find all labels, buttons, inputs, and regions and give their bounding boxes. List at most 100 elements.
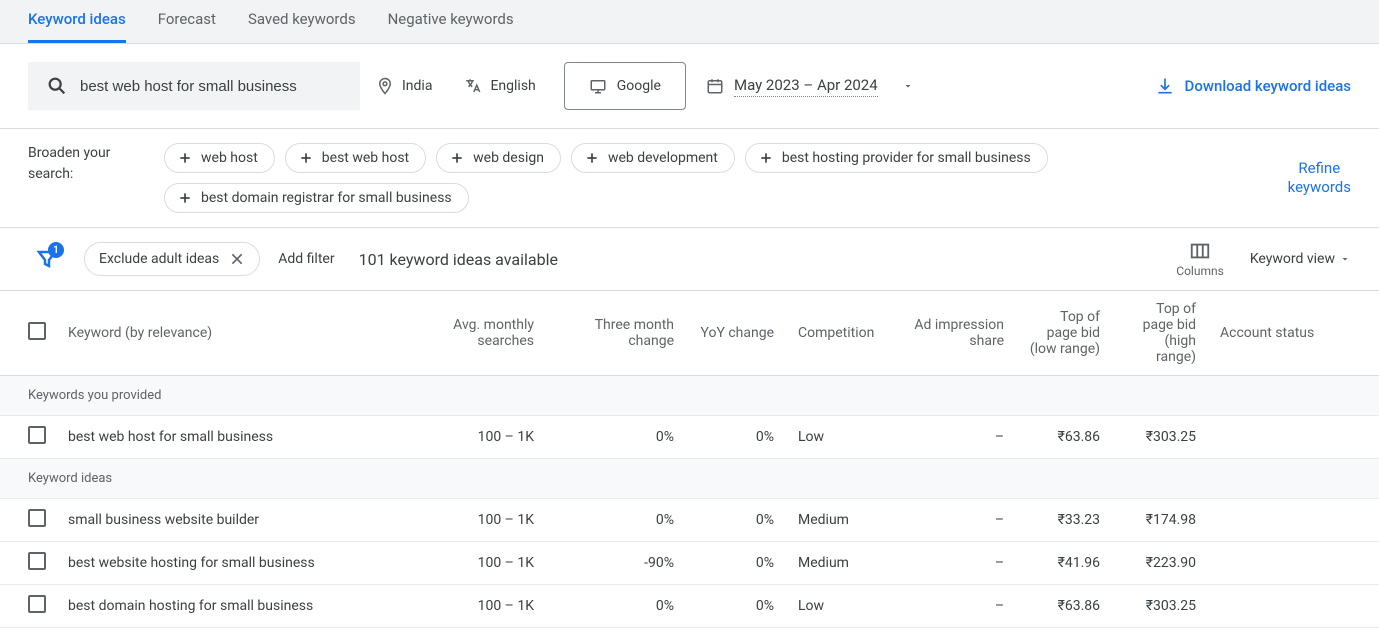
row-checkbox[interactable] (28, 426, 46, 444)
language-filter[interactable]: English (448, 62, 551, 110)
cell-avg: 100 – 1K (396, 542, 546, 585)
plus-icon (177, 190, 193, 206)
search-input[interactable] (80, 78, 342, 95)
cell-competition: Medium (786, 542, 886, 585)
cell-bid-low: ₹63.86 (1016, 585, 1112, 628)
chip-label: web host (201, 150, 258, 166)
plus-icon (584, 150, 600, 166)
row-checkbox[interactable] (28, 595, 46, 613)
cell-three-month: -90% (546, 542, 686, 585)
language-label: English (490, 78, 535, 94)
cell-keyword: best web host for small business (56, 416, 396, 459)
filter-button[interactable]: 1 (28, 240, 66, 278)
broaden-label: Broaden yoursearch: (28, 143, 128, 185)
col-yoy[interactable]: YoY change (686, 291, 786, 376)
location-label: India (402, 78, 432, 94)
columns-button[interactable]: Columns (1176, 240, 1224, 278)
location-icon (376, 77, 394, 95)
date-range-filter[interactable]: May 2023 – Apr 2024 (698, 76, 922, 97)
network-label: Google (617, 78, 661, 94)
broaden-chip[interactable]: best hosting provider for small business (745, 143, 1048, 173)
refine-keywords-button[interactable]: Refinekeywords (1288, 159, 1351, 198)
table-row: best domain hosting for small business10… (0, 585, 1379, 628)
cell-bid-high: ₹303.25 (1112, 585, 1208, 628)
cell-keyword: best website hosting for small business (56, 542, 396, 585)
cell-bid-high: ₹223.90 (1112, 542, 1208, 585)
location-filter[interactable]: India (360, 62, 448, 110)
col-three-month[interactable]: Three month change (546, 291, 686, 376)
top-tabs: Keyword ideas Forecast Saved keywords Ne… (0, 0, 1379, 44)
plus-icon (177, 150, 193, 166)
section-header: Keyword ideas (0, 459, 1379, 499)
cell-account (1208, 499, 1379, 542)
tab-forecast[interactable]: Forecast (158, 10, 216, 43)
filter-badge: 1 (48, 242, 64, 258)
close-icon[interactable] (229, 251, 245, 267)
cell-bid-high: ₹303.25 (1112, 416, 1208, 459)
col-bid-high[interactable]: Top of page bid (high range) (1112, 291, 1208, 376)
calendar-icon (706, 77, 724, 95)
col-avg-searches[interactable]: Avg. monthly searches (396, 291, 546, 376)
cell-avg: 100 – 1K (396, 499, 546, 542)
search-icon (46, 75, 68, 97)
cell-keyword: best domain hosting for small business (56, 585, 396, 628)
controls-row: 1 Exclude adult ideas Add filter 101 key… (0, 228, 1379, 290)
cell-ad-imp: – (886, 542, 1016, 585)
tab-negative-keywords[interactable]: Negative keywords (388, 10, 514, 43)
broaden-chip[interactable]: web development (571, 143, 735, 173)
network-icon (589, 77, 607, 95)
broaden-chip[interactable]: web host (164, 143, 275, 173)
plus-icon (449, 150, 465, 166)
chevron-down-icon (902, 80, 914, 92)
col-keyword[interactable]: Keyword (by relevance) (56, 291, 396, 376)
exclude-adult-chip[interactable]: Exclude adult ideas (84, 242, 260, 276)
broaden-chip[interactable]: best domain registrar for small business (164, 183, 469, 213)
cell-competition: Low (786, 416, 886, 459)
broaden-chip[interactable]: web design (436, 143, 561, 173)
cell-keyword: small business website builder (56, 499, 396, 542)
col-account-status[interactable]: Account status (1208, 291, 1379, 376)
tab-keyword-ideas[interactable]: Keyword ideas (28, 10, 126, 43)
broaden-chip[interactable]: best web host (285, 143, 426, 173)
tab-saved-keywords[interactable]: Saved keywords (248, 10, 356, 43)
table-row: best website hosting for small business1… (0, 542, 1379, 585)
cell-bid-high: ₹174.98 (1112, 499, 1208, 542)
cell-three-month: 0% (546, 416, 686, 459)
cell-account (1208, 585, 1379, 628)
columns-label: Columns (1176, 264, 1224, 278)
cell-ad-imp: – (886, 416, 1016, 459)
cell-bid-low: ₹63.86 (1016, 416, 1112, 459)
cell-yoy: 0% (686, 416, 786, 459)
col-bid-low[interactable]: Top of page bid (low range) (1016, 291, 1112, 376)
date-range-text: May 2023 – Apr 2024 (734, 76, 878, 97)
cell-bid-low: ₹33.23 (1016, 499, 1112, 542)
cell-bid-low: ₹41.96 (1016, 542, 1112, 585)
section-header: Keywords you provided (0, 376, 1379, 416)
row-checkbox[interactable] (28, 552, 46, 570)
keyword-view-label: Keyword view (1250, 251, 1335, 267)
cell-competition: Low (786, 585, 886, 628)
table-header-row: Keyword (by relevance) Avg. monthly sear… (0, 291, 1379, 376)
download-button[interactable]: Download keyword ideas (1155, 76, 1351, 96)
search-box[interactable] (28, 62, 360, 110)
plus-icon (298, 150, 314, 166)
chip-label: best hosting provider for small business (782, 150, 1031, 166)
cell-account (1208, 542, 1379, 585)
cell-ad-imp: – (886, 585, 1016, 628)
network-filter[interactable]: Google (564, 62, 686, 110)
results-table: Keyword (by relevance) Avg. monthly sear… (0, 290, 1379, 628)
cell-yoy: 0% (686, 585, 786, 628)
keyword-view-dropdown[interactable]: Keyword view (1250, 251, 1351, 267)
exclude-adult-label: Exclude adult ideas (99, 251, 219, 267)
broaden-search-row: Broaden yoursearch: web host best web hos… (0, 129, 1379, 228)
broaden-chips: web host best web host web design web devel… (164, 143, 1240, 213)
col-competition[interactable]: Competition (786, 291, 886, 376)
cell-competition: Medium (786, 499, 886, 542)
cell-ad-imp: – (886, 499, 1016, 542)
select-all-checkbox[interactable] (28, 322, 46, 340)
add-filter-button[interactable]: Add filter (278, 251, 334, 267)
chip-label: web development (608, 150, 718, 166)
col-ad-impression[interactable]: Ad impression share (886, 291, 1016, 376)
chip-label: web design (473, 150, 544, 166)
row-checkbox[interactable] (28, 509, 46, 527)
